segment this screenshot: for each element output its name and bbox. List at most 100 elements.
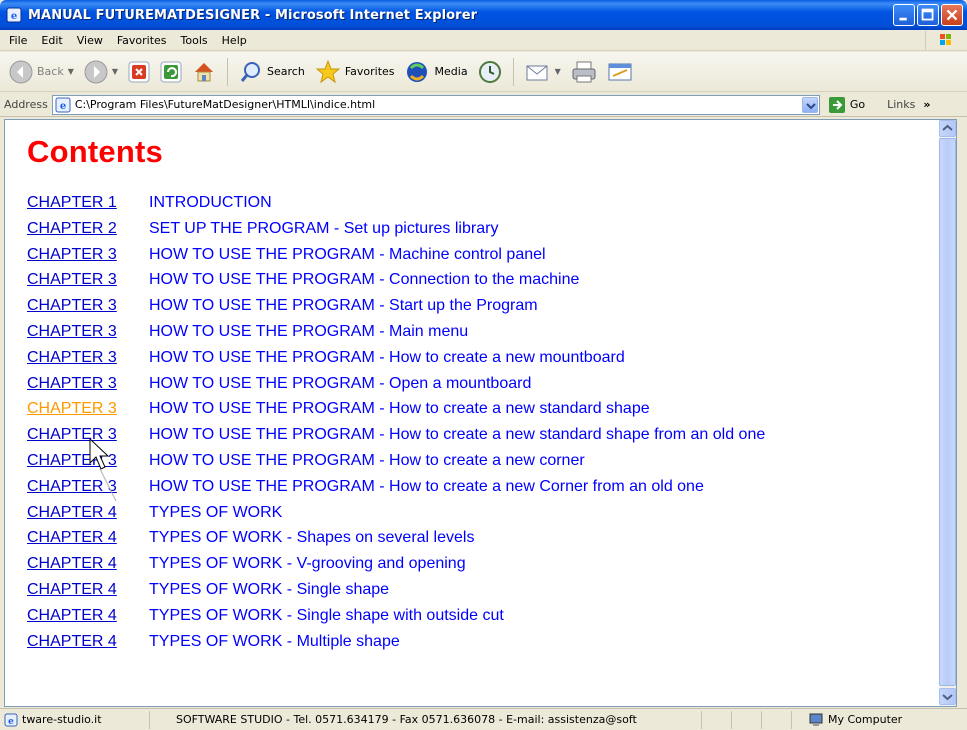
toc-row: CHAPTER 3 HOW TO USE THE PROGRAM - How to… — [27, 396, 934, 422]
links-button[interactable]: Links — [887, 98, 915, 111]
menu-help[interactable]: Help — [215, 32, 254, 49]
media-icon — [406, 61, 427, 82]
chapter-link[interactable]: CHAPTER 4 — [27, 577, 149, 603]
chapter-link[interactable]: CHAPTER 3 — [27, 293, 149, 319]
svg-text:e: e — [60, 101, 66, 112]
favorites-button[interactable]: Favorites — [312, 56, 398, 88]
vertical-scrollbar[interactable] — [939, 120, 956, 706]
chapter-link[interactable]: CHAPTER 3 — [27, 396, 149, 422]
window-title: MANUAL FUTUREMATDESIGNER - Microsoft Int… — [28, 7, 478, 23]
menu-favorites[interactable]: Favorites — [110, 32, 174, 49]
chapter-title: HOW TO USE THE PROGRAM - How to create a… — [149, 348, 625, 366]
minimize-button[interactable] — [893, 4, 915, 26]
address-label: Address — [4, 98, 48, 111]
back-label: Back — [37, 65, 64, 78]
chevron-right-icon[interactable]: » — [923, 98, 930, 111]
chapter-link[interactable]: CHAPTER 3 — [27, 345, 149, 371]
chapter-link[interactable]: CHAPTER 4 — [27, 603, 149, 629]
scroll-down-button[interactable] — [939, 688, 956, 705]
menu-tools[interactable]: Tools — [174, 32, 215, 49]
status-lock-pane — [732, 710, 762, 729]
windows-logo — [925, 31, 963, 50]
chapter-link[interactable]: CHAPTER 3 — [27, 267, 149, 293]
toc-row: CHAPTER 3 HOW TO USE THE PROGRAM - Open a… — [27, 371, 934, 397]
edit-page-icon — [608, 63, 632, 80]
toolbar: Back ▼ ▼ Search Favorites Media ▼ — [0, 52, 967, 92]
chapter-link[interactable]: CHAPTER 1 — [27, 190, 149, 216]
chapter-link[interactable]: CHAPTER 4 — [27, 551, 149, 577]
toc-row: CHAPTER 3 HOW TO USE THE PROGRAM - How to… — [27, 345, 934, 371]
table-of-contents: CHAPTER 1 INTRODUCTION CHAPTER 2 SET UP THE… — [27, 190, 934, 654]
mail-button[interactable]: ▼ — [522, 56, 564, 88]
chapter-title: HOW TO USE THE PROGRAM - Open a mountboa… — [149, 374, 532, 392]
scroll-up-button[interactable] — [939, 120, 956, 137]
media-label: Media — [434, 65, 468, 78]
chapter-title: TYPES OF WORK - Shapes on several levels — [149, 529, 475, 547]
chapter-link[interactable]: CHAPTER 2 — [27, 216, 149, 242]
print-button[interactable] — [568, 56, 600, 88]
status-extra-pane — [762, 710, 792, 729]
back-dropdown-icon[interactable]: ▼ — [68, 67, 74, 76]
menu-edit[interactable]: Edit — [34, 32, 69, 49]
stop-button[interactable] — [125, 56, 153, 88]
toc-row: CHAPTER 4 TYPES OF WORK — [27, 500, 934, 526]
home-button[interactable] — [189, 56, 219, 88]
chapter-link[interactable]: CHAPTER 4 — [27, 525, 149, 551]
scroll-thumb[interactable] — [939, 138, 956, 686]
address-input[interactable]: e C:\Program Files\FutureMatDesigner\HTM… — [51, 94, 820, 115]
menu-view[interactable]: View — [70, 32, 110, 49]
home-icon — [195, 62, 214, 81]
back-button[interactable]: Back ▼ — [6, 56, 77, 88]
status-bar: e tware-studio.it SOFTWARE STUDIO - Tel.… — [0, 708, 967, 730]
chapter-link[interactable]: CHAPTER 3 — [27, 448, 149, 474]
chapter-link[interactable]: CHAPTER 3 — [27, 319, 149, 345]
address-dropdown-button[interactable] — [801, 96, 818, 113]
refresh-icon — [160, 61, 182, 82]
chapter-link[interactable]: CHAPTER 3 — [27, 422, 149, 448]
history-icon — [478, 60, 501, 83]
maximize-button[interactable] — [917, 4, 939, 26]
menu-bar: File Edit View Favorites Tools Help — [0, 30, 967, 51]
toc-row: CHAPTER 4 TYPES OF WORK - V-grooving and … — [27, 551, 934, 577]
maximize-icon — [921, 8, 934, 21]
chapter-title: TYPES OF WORK — [149, 503, 283, 521]
search-label: Search — [267, 65, 305, 78]
chevron-down-icon — [942, 694, 953, 701]
page-heading: Contents — [27, 134, 163, 169]
status-progress-pane — [702, 710, 732, 729]
history-button[interactable] — [475, 56, 505, 88]
windows-flag-icon — [940, 34, 951, 45]
title-bar: e MANUAL FUTUREMATDESIGNER - Microsoft I… — [0, 0, 967, 30]
chevron-up-icon — [942, 124, 953, 131]
chapter-link[interactable]: CHAPTER 3 — [27, 474, 149, 500]
forward-button[interactable]: ▼ — [81, 56, 121, 88]
chapter-link[interactable]: CHAPTER 4 — [27, 500, 149, 526]
toolbar-separator — [512, 57, 514, 86]
chapter-title: TYPES OF WORK - Single shape with outsid… — [149, 606, 504, 624]
toc-row: CHAPTER 1 INTRODUCTION — [27, 190, 934, 216]
go-label: Go — [849, 98, 866, 111]
status-message: SOFTWARE STUDIO - Tel. 0571.634179 - Fax… — [176, 713, 637, 726]
media-button[interactable]: Media — [402, 56, 471, 88]
toc-row: CHAPTER 3 HOW TO USE THE PROGRAM - Main m… — [27, 319, 934, 345]
address-bar: Address e C:\Program Files\FutureMatDesi… — [0, 93, 967, 117]
chapter-link[interactable]: CHAPTER 3 — [27, 371, 149, 397]
toc-row: CHAPTER 3 HOW TO USE THE PROGRAM - How to… — [27, 474, 934, 500]
search-button[interactable]: Search — [236, 56, 308, 88]
favorites-star-icon — [315, 59, 341, 83]
favorites-label: Favorites — [344, 65, 395, 78]
chapter-link[interactable]: CHAPTER 4 — [27, 629, 149, 655]
edit-button[interactable] — [604, 56, 636, 88]
forward-dropdown-icon[interactable]: ▼ — [112, 67, 118, 76]
refresh-button[interactable] — [157, 56, 185, 88]
toc-row: CHAPTER 3 HOW TO USE THE PROGRAM - Machin… — [27, 242, 934, 268]
go-button[interactable]: Go — [828, 96, 865, 114]
menu-file[interactable]: File — [2, 32, 34, 49]
chapter-title: HOW TO USE THE PROGRAM - Machine control… — [149, 245, 546, 263]
chevron-down-icon — [806, 102, 816, 109]
stop-icon — [128, 61, 150, 82]
mail-dropdown-icon[interactable]: ▼ — [555, 67, 561, 76]
chapter-link[interactable]: CHAPTER 3 — [27, 242, 149, 268]
chapter-title: SET UP THE PROGRAM - Set up pictures lib… — [149, 219, 499, 237]
close-button[interactable] — [941, 4, 963, 26]
